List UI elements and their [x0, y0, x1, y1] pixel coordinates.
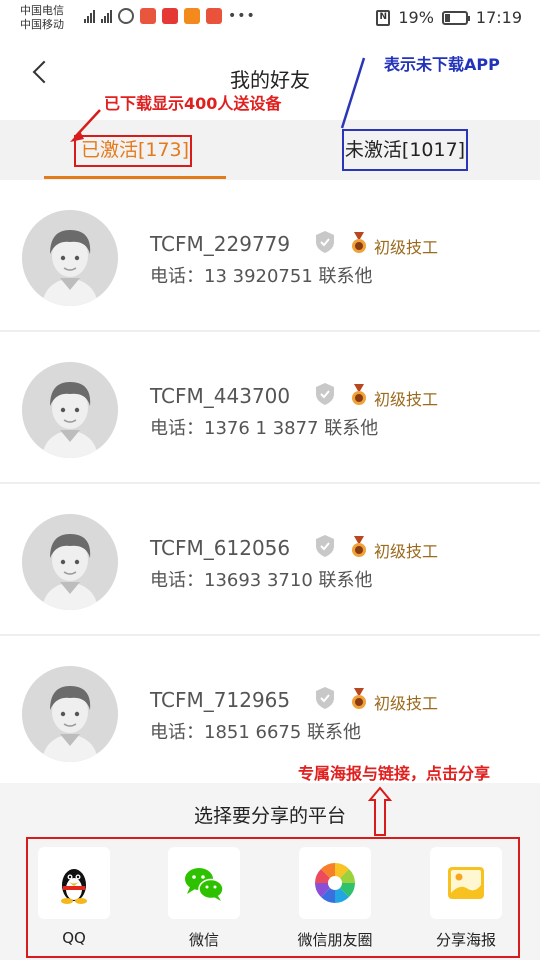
annotation-box-not-activated [342, 129, 468, 171]
annotation-downloaded-note: 已下载显示400人送设备 [104, 94, 282, 113]
annotation-box-share [26, 837, 520, 958]
annotation-not-downloaded-note: 表示未下载APP [384, 55, 500, 74]
annotation-box-activated [74, 135, 192, 167]
annotation-share-note: 专属海报与链接，点击分享 [298, 764, 491, 783]
